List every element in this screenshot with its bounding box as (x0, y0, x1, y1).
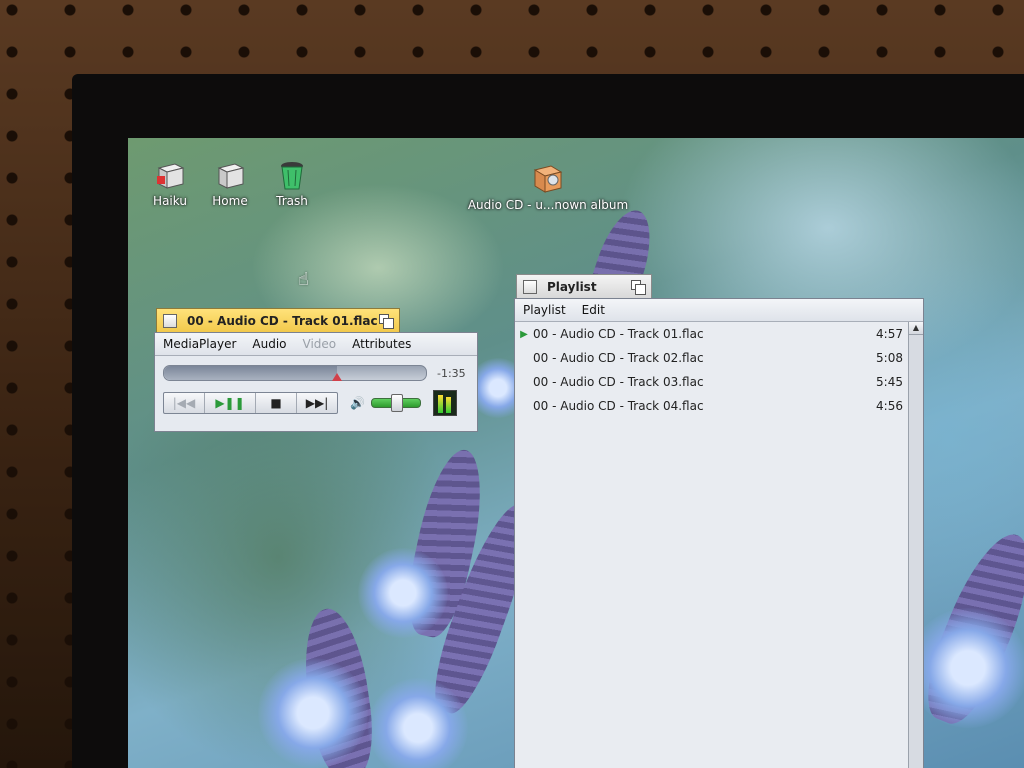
transport-row: |◀◀ ▶❚❚ ■ ▶▶| 🔊 (163, 390, 469, 416)
mouse-pointer-icon: ☝ (298, 269, 309, 290)
desktop-icon-trash[interactable]: Trash (252, 158, 332, 208)
desktop-icon-label: Audio CD - u...nown album (467, 198, 629, 212)
stop-button[interactable]: ■ (256, 393, 297, 413)
close-icon[interactable] (523, 279, 537, 294)
flower-decoration (368, 678, 468, 768)
next-button[interactable]: ▶▶| (297, 393, 337, 413)
track-duration: 5:45 (876, 375, 903, 389)
playlist-item[interactable]: ▶ 00 - Audio CD - Track 01.flac 4:57 (515, 322, 907, 346)
zoom-icon[interactable] (631, 279, 646, 295)
haiku-disk-icon (157, 163, 185, 189)
menu-audio[interactable]: Audio (244, 337, 294, 351)
flower-decoration (358, 548, 448, 638)
cd-folder-icon (533, 165, 563, 193)
flower-decoration (258, 658, 368, 768)
playlist-item[interactable]: 00 - Audio CD - Track 04.flac 4:56 (515, 394, 907, 418)
skip-forward-icon: ▶▶| (305, 396, 329, 410)
playlist-scrollbar[interactable]: ▲ (908, 322, 923, 768)
seek-row: -1:35 (163, 362, 469, 384)
mediaplayer-title: 00 - Audio CD - Track 01.flac (187, 313, 378, 328)
play-pause-button[interactable]: ▶❚❚ (205, 393, 256, 413)
mediaplayer-controls: -1:35 |◀◀ ▶❚❚ ■ ▶▶| 🔊 (155, 356, 477, 422)
menu-attributes[interactable]: Attributes (344, 337, 419, 351)
skip-back-icon: |◀◀ (172, 396, 196, 410)
scroll-up-icon[interactable]: ▲ (909, 322, 923, 335)
time-remaining: -1:35 (437, 366, 466, 380)
now-playing-icon: ▶ (520, 328, 528, 340)
seek-progress (164, 366, 337, 380)
peak-bar-right (445, 397, 451, 413)
mediaplayer-window: MediaPlayer Audio Video Attributes -1:35… (154, 332, 478, 432)
peak-meter (432, 390, 457, 416)
desktop-icon-label: Trash (276, 194, 308, 208)
volume-thumb[interactable] (390, 394, 403, 412)
menu-mediaplayer[interactable]: MediaPlayer (155, 337, 244, 351)
track-duration: 4:56 (876, 399, 903, 413)
seek-slider[interactable] (163, 365, 427, 381)
peak-bar-left (437, 395, 443, 413)
desktop-icon-audio-cd[interactable]: Audio CD - u...nown album (464, 162, 632, 212)
playlist-menubar: Playlist Edit (515, 299, 923, 322)
flower-decoration (908, 608, 1024, 728)
playlist-item[interactable]: 00 - Audio CD - Track 03.flac 5:45 (515, 370, 907, 394)
track-name: 00 - Audio CD - Track 02.flac (533, 351, 704, 365)
stop-icon: ■ (270, 396, 282, 410)
playlist-window-tab[interactable]: Playlist (516, 274, 652, 298)
zoom-icon[interactable] (379, 313, 394, 329)
playhead-marker[interactable] (331, 373, 342, 381)
playlist-list: ▶ 00 - Audio CD - Track 01.flac 4:57 00 … (515, 322, 923, 768)
playlist-title: Playlist (547, 279, 597, 294)
track-duration: 4:57 (876, 327, 903, 341)
mediaplayer-window-tab[interactable]: 00 - Audio CD - Track 01.flac (156, 308, 400, 332)
desktop: Haiku Home Trash Audio CD - u...nown alb… (128, 138, 1024, 768)
menu-playlist[interactable]: Playlist (515, 303, 574, 317)
previous-button[interactable]: |◀◀ (164, 393, 205, 413)
transport-controls: |◀◀ ▶❚❚ ■ ▶▶| (163, 392, 338, 414)
play-pause-icon: ▶❚❚ (215, 396, 245, 410)
track-name: 00 - Audio CD - Track 03.flac (533, 375, 704, 389)
volume-slider[interactable] (370, 394, 421, 412)
speaker-icon[interactable]: 🔊 (350, 396, 365, 410)
trash-icon (281, 162, 303, 190)
mediaplayer-menubar: MediaPlayer Audio Video Attributes (155, 333, 477, 356)
playlist-window: Playlist Edit ▶ 00 - Audio CD - Track 01… (514, 298, 924, 768)
home-disk-icon (217, 163, 245, 189)
menu-video[interactable]: Video (295, 337, 345, 351)
playlist-rows: ▶ 00 - Audio CD - Track 01.flac 4:57 00 … (515, 322, 923, 418)
track-name: 00 - Audio CD - Track 01.flac (533, 327, 704, 341)
close-icon[interactable] (163, 313, 177, 328)
menu-edit[interactable]: Edit (574, 303, 613, 317)
playlist-item[interactable]: 00 - Audio CD - Track 02.flac 5:08 (515, 346, 907, 370)
track-duration: 5:08 (876, 351, 903, 365)
track-name: 00 - Audio CD - Track 04.flac (533, 399, 704, 413)
